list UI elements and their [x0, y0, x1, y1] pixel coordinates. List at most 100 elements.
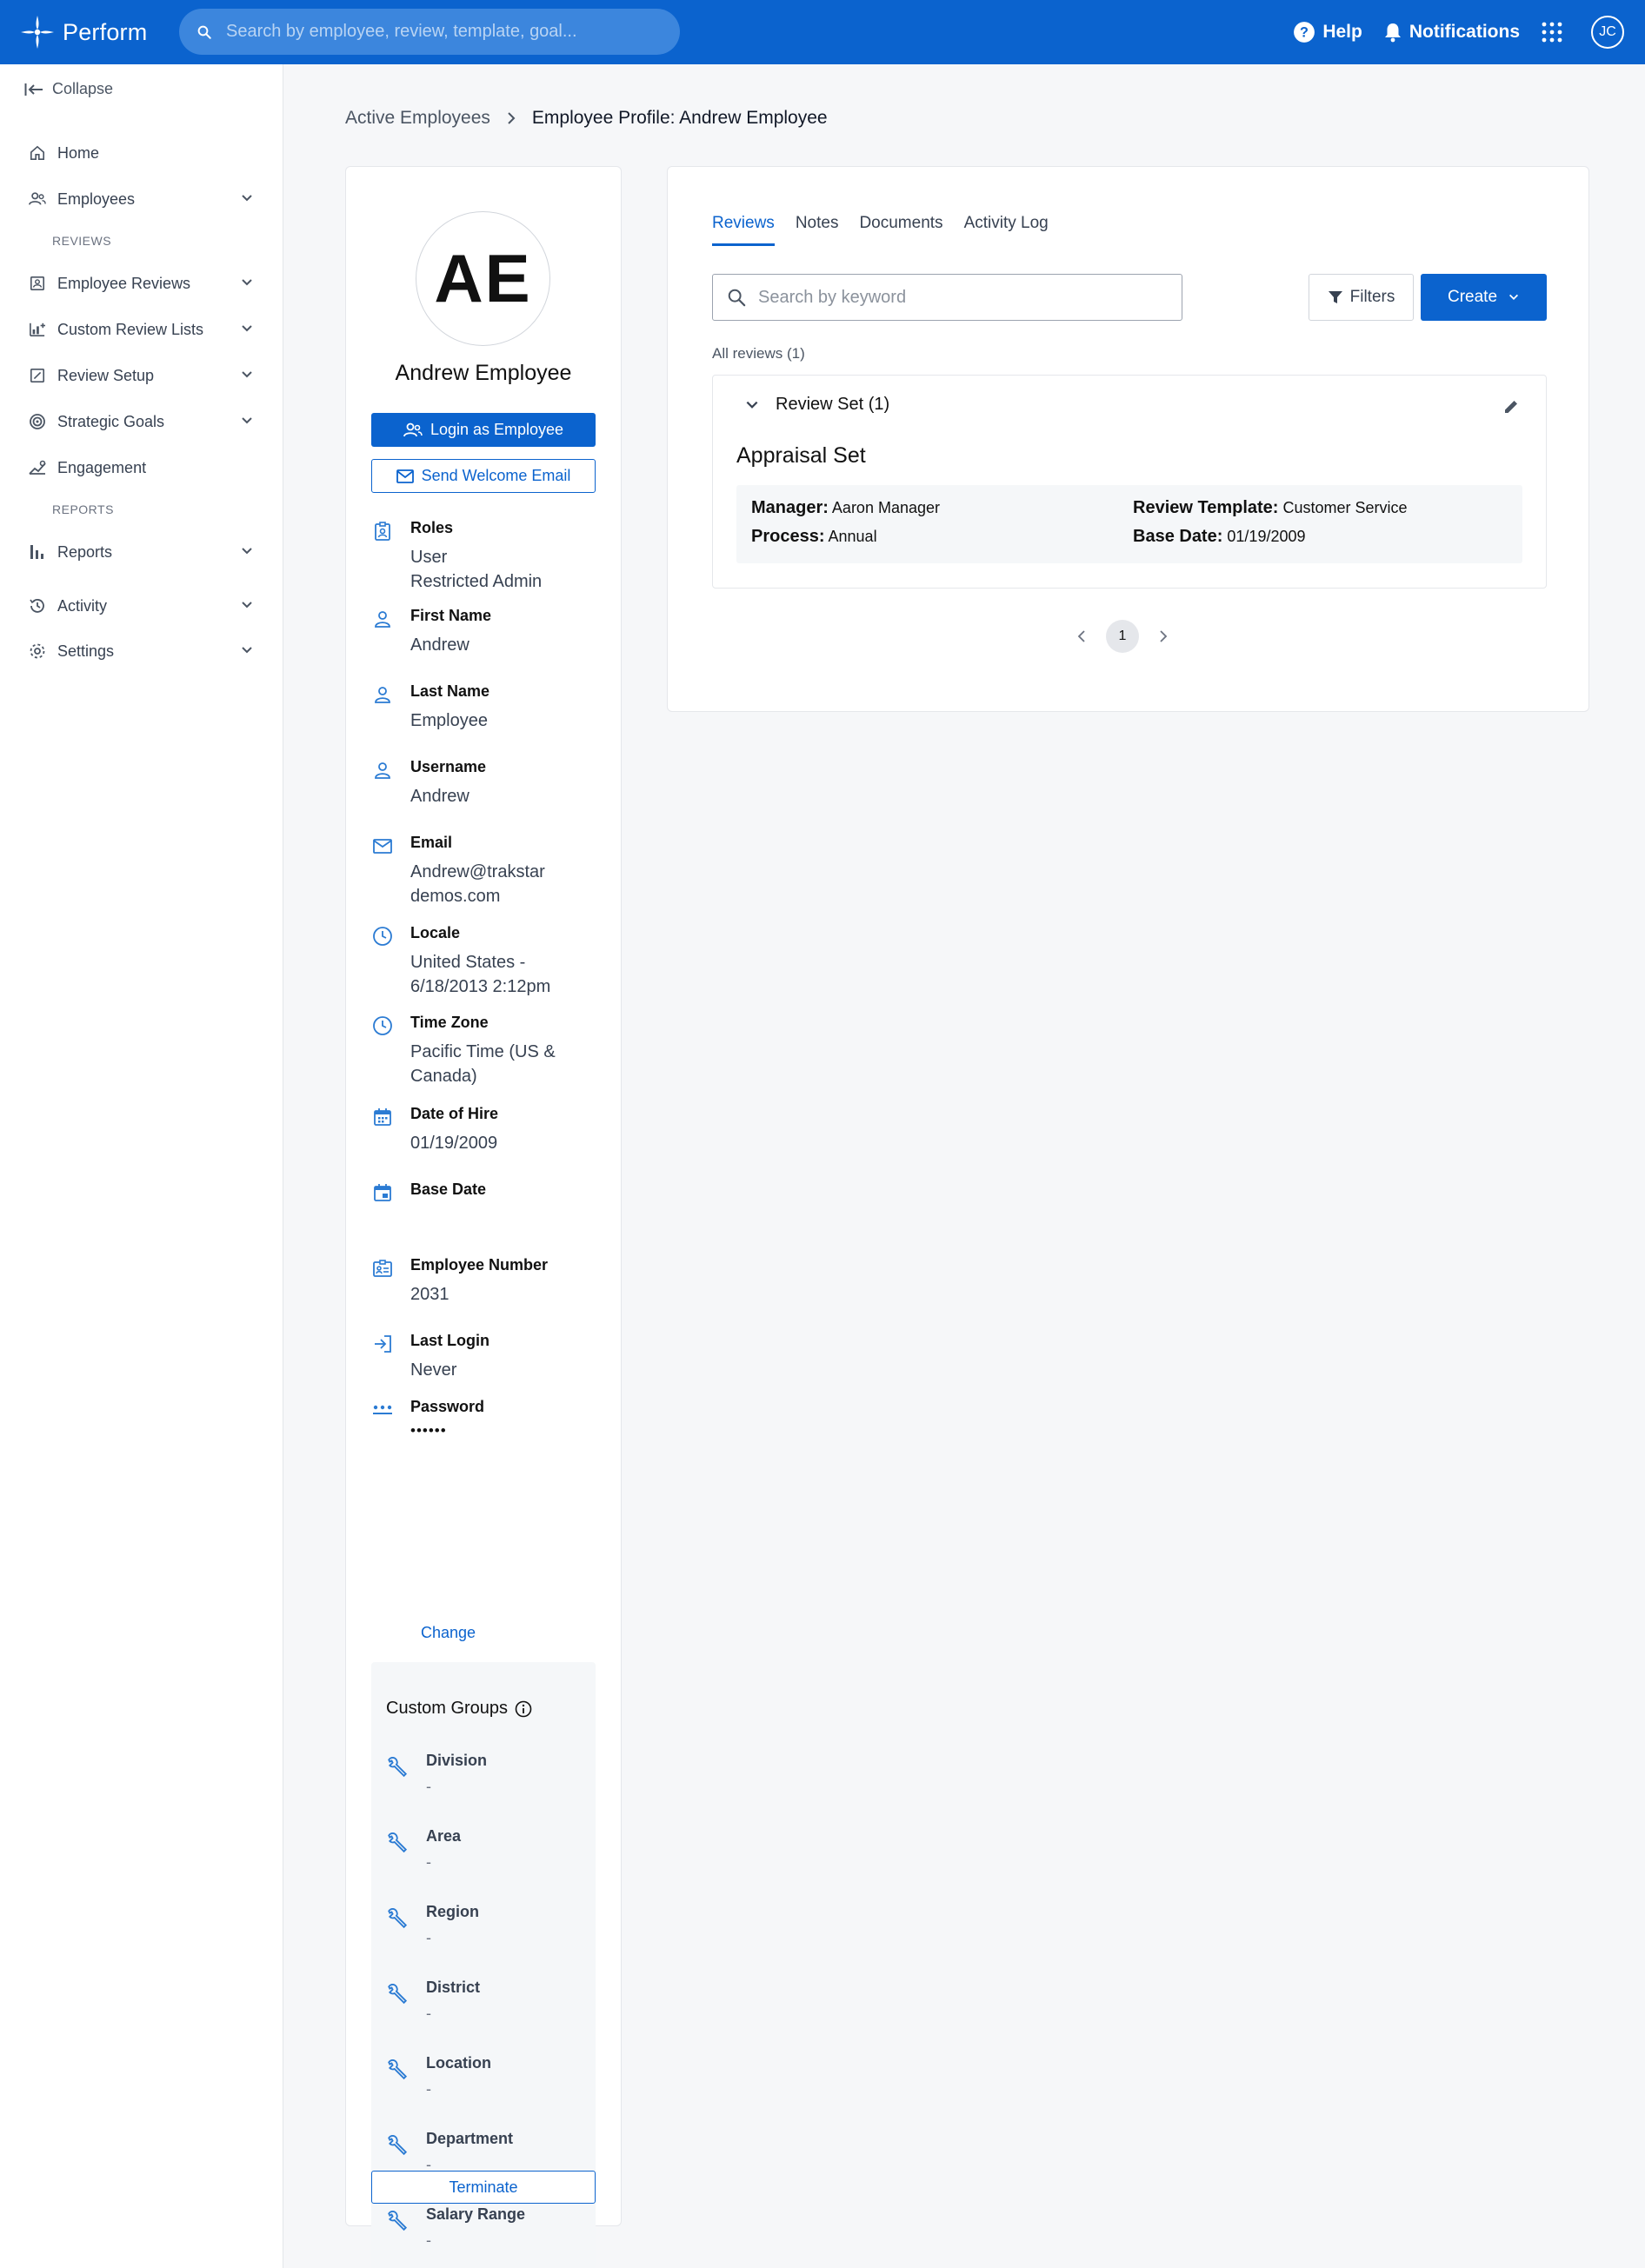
help-button[interactable]: ? Help — [1293, 21, 1362, 43]
chevron-left-icon[interactable] — [1076, 630, 1087, 642]
sidebar-item-engagement[interactable]: Engagement — [28, 453, 254, 482]
sidebar-item-label: Review Setup — [57, 366, 155, 384]
filters-label: Filters — [1349, 288, 1395, 306]
custom-group-label: Location — [426, 2054, 491, 2072]
tab-activity-log[interactable]: Activity Log — [964, 214, 1049, 246]
sidebar-item-reports[interactable]: Reports — [28, 537, 254, 567]
field-label: Base Date — [410, 1181, 487, 1198]
collapse-button[interactable]: Collapse — [24, 80, 113, 98]
chevron-down-icon — [242, 417, 252, 424]
help-icon: ? — [1294, 22, 1315, 43]
breadcrumb-current: Employee Profile: Andrew Employee — [531, 108, 828, 128]
tab-documents[interactable]: Documents — [859, 214, 942, 246]
chevron-down-icon — [242, 647, 252, 654]
create-button[interactable]: Create — [1421, 274, 1547, 321]
edit-square-icon — [30, 368, 45, 383]
notifications-button[interactable]: Notifications — [1383, 22, 1520, 43]
tab-reviews[interactable]: Reviews — [712, 214, 775, 246]
sidebar-item-label: Employees — [57, 190, 136, 208]
chevron-down-icon — [242, 602, 252, 609]
pencil-icon[interactable] — [1502, 398, 1520, 416]
terminate-button[interactable]: Terminate — [371, 2171, 596, 2204]
field-label: Date of Hire — [410, 1105, 499, 1122]
review-set-header: Review Set (1) — [776, 395, 890, 414]
breadcrumb: Active Employees Employee Profile: Andre… — [345, 108, 828, 129]
field-label: Username — [410, 758, 487, 775]
top-right-actions: ? Help Notifications JC — [1272, 0, 1624, 64]
keyword-search[interactable] — [712, 274, 1182, 321]
custom-group-value: - — [426, 2005, 431, 2022]
brand-logo[interactable]: Perform — [17, 12, 147, 52]
sidebar: Collapse Home Employees REVIEWS Employee… — [0, 64, 283, 2268]
manager-value: Aaron Manager — [831, 499, 940, 516]
chevron-down-icon — [242, 371, 252, 378]
chevron-down-icon — [242, 325, 252, 332]
tab-notes[interactable]: Notes — [796, 214, 839, 246]
global-search[interactable] — [179, 9, 680, 55]
sidebar-item-custom-review-lists[interactable]: Custom Review Lists — [28, 315, 254, 344]
sidebar-item-label: Custom Review Lists — [57, 320, 204, 338]
custom-group-value: - — [426, 1853, 431, 1871]
sidebar-item-label: Settings — [57, 642, 115, 660]
breadcrumb-active-employees[interactable]: Active Employees — [345, 108, 490, 129]
sidebar-item-review-setup[interactable]: Review Setup — [28, 361, 254, 390]
base-date-detail: Base Date: 01/19/2009 — [1133, 527, 1306, 547]
wrench-icon — [388, 1757, 408, 1778]
person-icon — [375, 762, 390, 779]
custom-group-value: - — [426, 2231, 431, 2249]
base-date-value: 01/19/2009 — [1227, 528, 1306, 545]
global-search-input[interactable] — [226, 22, 643, 42]
field-value: Andrew — [410, 635, 470, 655]
custom-group-label: Region — [426, 1903, 479, 1920]
wrench-icon — [388, 1984, 408, 2005]
field-label: Last Name — [410, 682, 490, 700]
chart-list-icon — [30, 323, 45, 337]
search-icon — [728, 289, 746, 307]
sidebar-item-label: Activity — [57, 596, 108, 615]
brand-name: Perform — [63, 18, 148, 45]
sidebar-item-strategic-goals[interactable]: Strategic Goals — [28, 407, 254, 436]
info-icon[interactable] — [515, 1700, 532, 1718]
field-label: Last Login — [410, 1332, 490, 1349]
employee-avatar: AE — [416, 211, 550, 346]
field-value: Pacific Time (US & Canada) — [410, 1042, 556, 1086]
wrench-icon — [388, 1908, 408, 1929]
field-value: 2031 — [410, 1285, 450, 1304]
page-number[interactable]: 1 — [1106, 620, 1139, 653]
change-password-link[interactable]: Change — [421, 1624, 476, 1642]
user-avatar[interactable]: JC — [1591, 16, 1624, 49]
review-template-detail: Review Template: Customer Service — [1133, 498, 1408, 518]
sidebar-item-label: Home — [57, 143, 100, 162]
login-as-employee-button[interactable]: Login as Employee — [371, 413, 596, 447]
review-set-details: Manager: Aaron Manager Process: Annual R… — [736, 485, 1522, 563]
profile-tabs: Reviews Notes Documents Activity Log — [712, 214, 1069, 246]
chevron-right-icon[interactable] — [1158, 630, 1169, 642]
custom-group-label: Division — [426, 1752, 488, 1769]
send-welcome-email-button[interactable]: Send Welcome Email — [371, 459, 596, 493]
field-label: Employee Number — [410, 1256, 549, 1274]
custom-group-label: District — [426, 1979, 481, 1996]
field-label: Roles — [410, 519, 454, 536]
custom-groups-title: Custom Groups — [386, 1699, 532, 1719]
sidebar-item-settings[interactable]: Settings — [28, 636, 254, 666]
field-value: Never — [410, 1360, 457, 1380]
filters-button[interactable]: Filters — [1309, 274, 1414, 321]
sidebar-section-reports: REPORTS — [52, 502, 114, 516]
sidebar-item-employee-reviews[interactable]: Employee Reviews — [28, 269, 254, 298]
id-badge-icon — [375, 522, 390, 541]
apps-grid-button[interactable] — [1541, 21, 1570, 43]
people-icon — [29, 192, 46, 205]
top-bar: Perform ? Help Notifications JC — [0, 0, 1645, 64]
field-value: Employee — [410, 711, 488, 730]
review-set-toggle[interactable]: Review Set (1) — [744, 395, 889, 415]
sidebar-section-reviews: REVIEWS — [52, 234, 112, 248]
sidebar-item-employees[interactable]: Employees — [28, 184, 254, 214]
sidebar-item-activity[interactable]: Activity — [28, 591, 254, 621]
create-label: Create — [1447, 288, 1498, 306]
login-icon — [375, 1335, 391, 1353]
keyword-search-input[interactable] — [758, 287, 1158, 308]
sidebar-item-home[interactable]: Home — [28, 138, 254, 168]
review-set-title[interactable]: Appraisal Set — [736, 443, 866, 469]
custom-group-value: - — [426, 2080, 431, 2098]
bar-chart-icon — [30, 545, 43, 559]
